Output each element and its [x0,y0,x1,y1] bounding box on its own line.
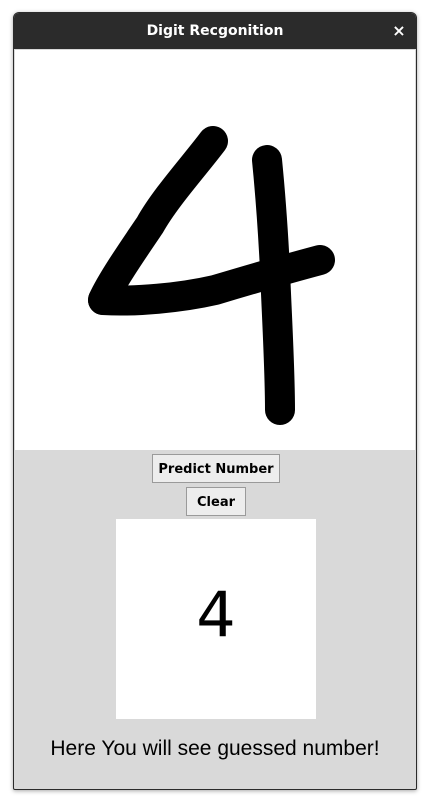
window-title: Digit Recgonition [146,23,284,39]
prediction-display: 4 [116,519,316,719]
title-bar[interactable]: Digit Recgonition × [14,13,416,49]
predicted-digit: 4 [196,578,236,651]
close-icon[interactable]: × [386,18,412,44]
drawing-canvas[interactable] [15,50,415,450]
app-window: Digit Recgonition × Predict Number Clear… [13,12,417,790]
clear-button[interactable]: Clear [186,487,246,516]
stroke-dot [199,127,227,155]
status-message: Here You will see guessed number! [50,737,380,760]
stroke-dot [259,226,287,254]
predict-number-button[interactable]: Predict Number [152,454,280,483]
stroke-diagonal [88,126,228,315]
drawn-digit-strokes [88,126,335,425]
